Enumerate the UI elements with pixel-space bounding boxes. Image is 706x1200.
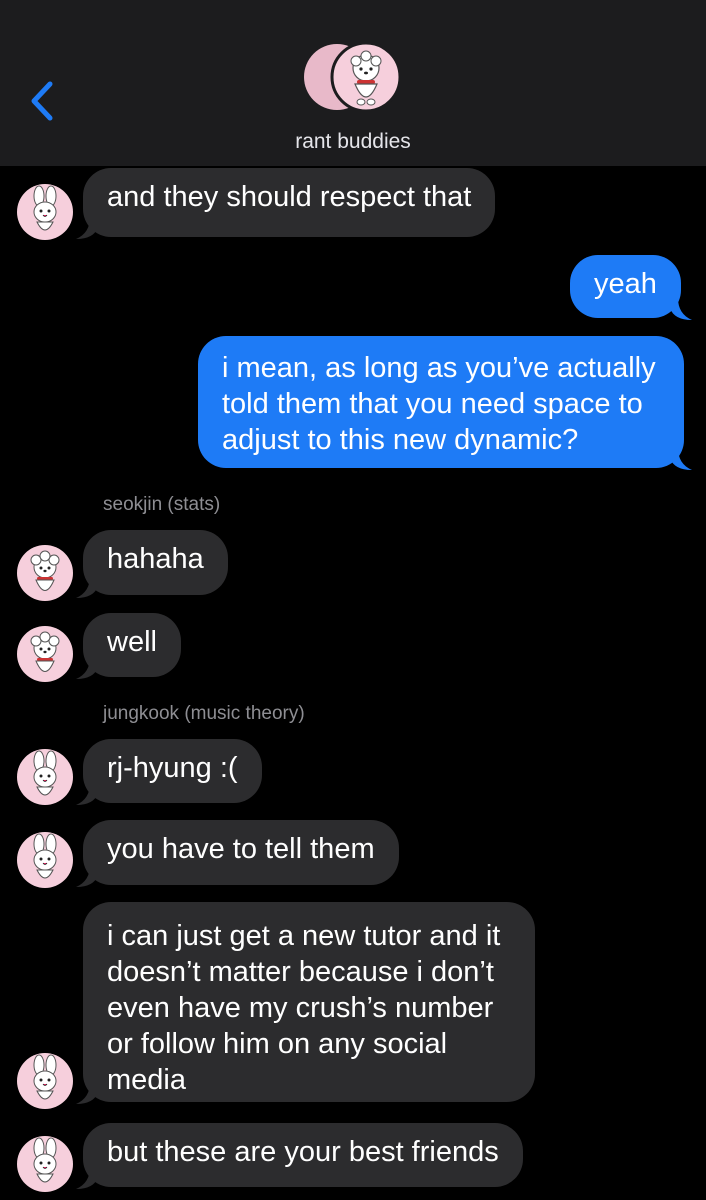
chat-header: rant buddies [0,0,706,166]
bubble-tail [76,865,98,887]
message-bubble-incoming[interactable]: hahaha [83,530,228,595]
rj-avatar-icon [30,550,60,591]
bubble-tail [76,576,98,598]
bubble-tail [76,783,98,805]
avatar-cooky[interactable] [17,749,73,805]
bubble-tail [76,1082,98,1104]
group-avatar[interactable] [303,40,403,114]
message-bubble-incoming[interactable]: but these are your best friends [83,1123,523,1187]
cooky-avatar-icon [33,750,57,796]
sender-name: jungkook (music theory) [103,703,305,724]
avatar-cooky[interactable] [17,1053,73,1109]
bubble-tail [76,1167,98,1189]
chevron-left-icon [31,81,53,121]
cooky-avatar-icon [33,1054,57,1100]
avatar-rj[interactable] [17,545,73,601]
avatar-cooky[interactable] [17,832,73,888]
avatar-rj[interactable] [17,626,73,682]
group-avatar-icon [304,41,402,113]
rj-avatar-icon [30,631,60,672]
sender-name: seokjin (stats) [103,494,221,515]
bubble-tail [76,657,98,679]
bubble-tail [670,448,692,470]
avatar-cooky[interactable] [17,1136,73,1192]
cooky-avatar-icon [33,185,57,231]
bubble-tail [670,298,692,320]
group-name[interactable]: rant buddies [0,130,706,154]
avatar-cooky[interactable] [17,184,73,240]
message-bubble-incoming[interactable]: i can just get a new tutor and it doesn’… [83,902,535,1102]
message-bubble-incoming[interactable]: and they should respect that [83,168,496,237]
cooky-avatar-icon [33,1137,57,1183]
bubble-tail [76,217,98,239]
back-button[interactable] [26,78,62,124]
message-bubble-outgoing[interactable]: yeah [570,255,681,318]
message-bubble-outgoing[interactable]: i mean, as long as you’ve actually told … [198,336,684,468]
message-bubble-incoming[interactable]: you have to tell them [83,820,399,885]
message-bubble-incoming[interactable]: rj-hyung :( [83,739,262,803]
cooky-avatar-icon [33,833,57,879]
